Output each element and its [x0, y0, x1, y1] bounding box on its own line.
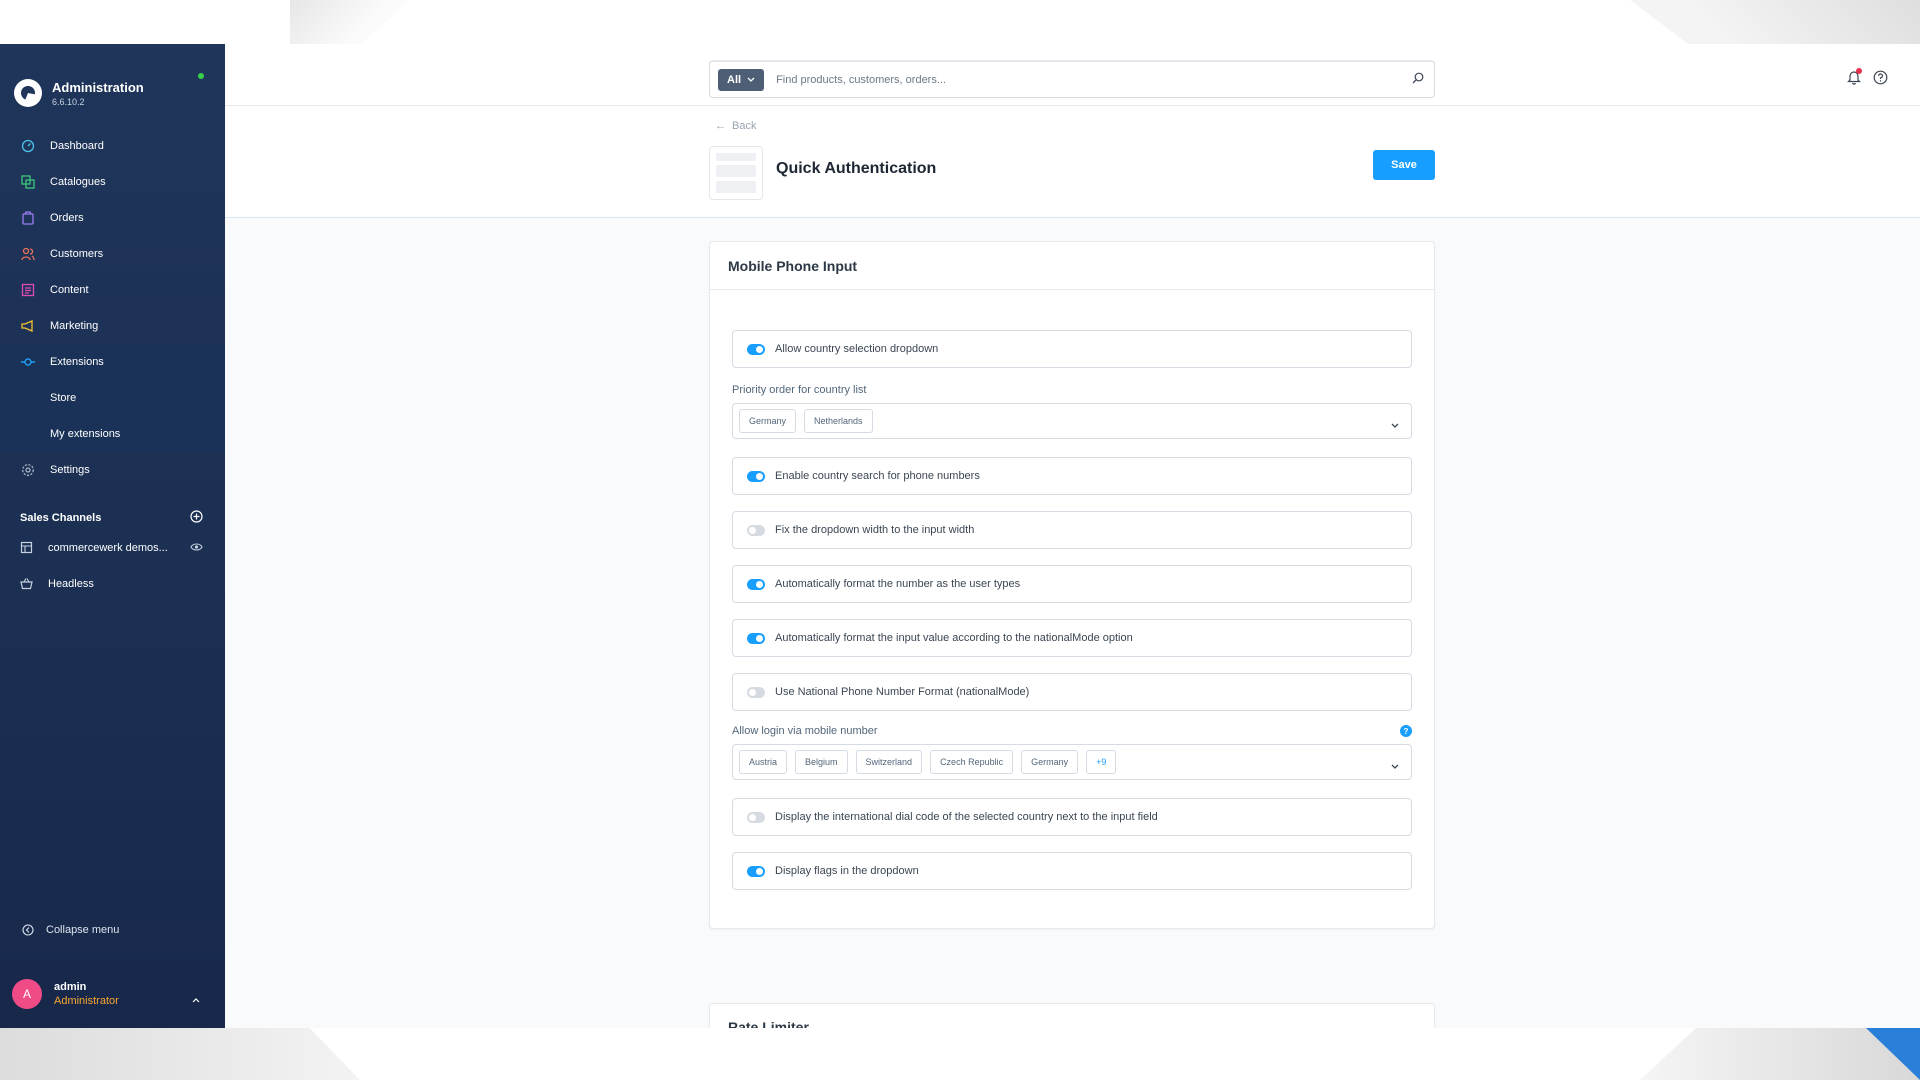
mobile-phone-input-card: Mobile Phone Input Allow country selecti… [709, 241, 1435, 929]
country-chip[interactable]: Czech Republic [930, 750, 1014, 774]
setting-display-flags: Display flags in the dropdown [732, 852, 1412, 890]
search-icon[interactable] [1412, 71, 1424, 89]
content-icon [20, 282, 36, 298]
nav-item-marketing[interactable]: Marketing [0, 308, 225, 344]
setting-national-mode: Use National Phone Number Format (nation… [732, 673, 1412, 711]
toggle-switch[interactable] [747, 686, 765, 698]
arrow-left-icon: ← [715, 120, 726, 132]
setting-auto-format-national: Automatically format the input value acc… [732, 619, 1412, 657]
avatar: A [12, 979, 42, 1009]
shopware-logo-icon [14, 79, 42, 107]
page-title: Quick Authentication [776, 160, 937, 177]
nav-item-dashboard[interactable]: Dashboard [0, 128, 225, 164]
more-countries-chip[interactable]: +9 [1086, 750, 1117, 774]
search-scope-select[interactable]: All [718, 68, 765, 91]
collapse-menu-button[interactable]: Collapse menu [22, 924, 119, 936]
sales-channel-item[interactable]: commercewerk demos... [0, 530, 225, 566]
plug-icon [20, 354, 36, 370]
status-online-indicator [198, 73, 204, 79]
top-bar: All [225, 44, 1920, 106]
help-icon[interactable] [1873, 70, 1888, 90]
nav-item-extensions[interactable]: Extensions [0, 344, 225, 380]
gauge-icon [20, 138, 36, 154]
backdrop-shape [0, 1028, 360, 1080]
app-name: Administration [52, 79, 144, 95]
field-label: Allow login via mobile number [732, 725, 878, 737]
user-role: Administrator [54, 995, 119, 1007]
gear-icon [20, 462, 36, 478]
chevron-up-icon [192, 990, 200, 1008]
rate-limiter-card: Rate Limiter [709, 1003, 1435, 1028]
toggle-switch[interactable] [747, 578, 765, 590]
country-chip[interactable]: Belgium [795, 750, 848, 774]
setting-fix-dropdown-width: Fix the dropdown width to the input widt… [732, 511, 1412, 549]
chevron-down-icon[interactable] [1391, 757, 1399, 775]
toggle-switch[interactable] [747, 811, 765, 823]
user-menu[interactable]: A admin Administrator [0, 960, 225, 1028]
brand: Administration 6.6.10.2 [0, 44, 225, 116]
help-tooltip-icon[interactable]: ? [1400, 725, 1412, 737]
priority-country-select[interactable]: Germany Netherlands [732, 403, 1412, 439]
chevron-down-icon [747, 74, 755, 86]
notification-badge [1856, 68, 1862, 74]
collapse-icon [22, 924, 34, 936]
sales-channels-header: Sales Channels [0, 506, 225, 530]
save-button[interactable]: Save [1373, 150, 1435, 180]
add-sales-channel-icon[interactable] [190, 510, 203, 526]
notifications-bell-icon[interactable] [1847, 68, 1862, 90]
nav-subitem-my-extensions[interactable]: My extensions [0, 416, 225, 452]
nav-item-customers[interactable]: Customers [0, 236, 225, 272]
setting-allow-country-dropdown: Allow country selection dropdown [732, 330, 1412, 368]
catalogue-icon [20, 174, 36, 190]
toggle-switch[interactable] [747, 343, 765, 355]
megaphone-icon [20, 318, 36, 334]
country-chip[interactable]: Switzerland [855, 750, 923, 774]
admin-window: Administration 6.6.10.2 Dashboard Catalo… [0, 44, 1920, 1028]
chevron-down-icon[interactable] [1391, 416, 1399, 434]
country-chip[interactable]: Austria [739, 750, 788, 774]
sidebar: Administration 6.6.10.2 Dashboard Catalo… [0, 44, 225, 1028]
nav-item-content[interactable]: Content [0, 272, 225, 308]
basket-icon [20, 577, 34, 591]
card-title: Mobile Phone Input [710, 242, 1434, 290]
field-label: Priority order for country list [732, 384, 867, 396]
setting-country-search: Enable country search for phone numbers [732, 457, 1412, 495]
country-chip[interactable]: Germany [1021, 750, 1079, 774]
nav-item-settings[interactable]: Settings [0, 452, 225, 488]
nav-item-catalogues[interactable]: Catalogues [0, 164, 225, 200]
search-input[interactable] [776, 73, 1412, 86]
sales-channel-item[interactable]: Headless [0, 566, 225, 602]
country-chip[interactable]: Netherlands [804, 409, 873, 433]
storefront-icon [20, 541, 34, 555]
users-icon [20, 246, 36, 262]
nav-subitem-store[interactable]: Store [0, 380, 225, 416]
page-header: ← Back Quick Authentication Save [225, 106, 1920, 218]
toggle-switch[interactable] [747, 524, 765, 536]
app-version: 6.6.10.2 [52, 96, 85, 107]
country-chip[interactable]: Germany [739, 409, 797, 433]
user-name: admin [54, 981, 87, 993]
card-title: Rate Limiter [710, 1004, 1434, 1029]
setting-show-dial-code: Display the international dial code of t… [732, 798, 1412, 836]
bag-icon [20, 210, 36, 226]
main-content: All Find products, customers, orders... … [225, 44, 1920, 1028]
main-nav: Dashboard Catalogues Orders Customers Co… [0, 128, 225, 488]
toggle-switch[interactable] [747, 470, 765, 482]
back-link[interactable]: ← Back [715, 120, 756, 132]
eye-icon[interactable] [190, 542, 203, 555]
nav-item-orders[interactable]: Orders [0, 200, 225, 236]
backdrop-top [0, 0, 1920, 44]
login-country-select[interactable]: Austria Belgium Switzerland Czech Republ… [732, 744, 1412, 780]
setting-auto-format-typing: Automatically format the number as the u… [732, 565, 1412, 603]
toggle-switch[interactable] [747, 865, 765, 877]
toggle-switch[interactable] [747, 632, 765, 644]
global-search: All [709, 60, 1435, 98]
extension-thumbnail [709, 146, 763, 200]
